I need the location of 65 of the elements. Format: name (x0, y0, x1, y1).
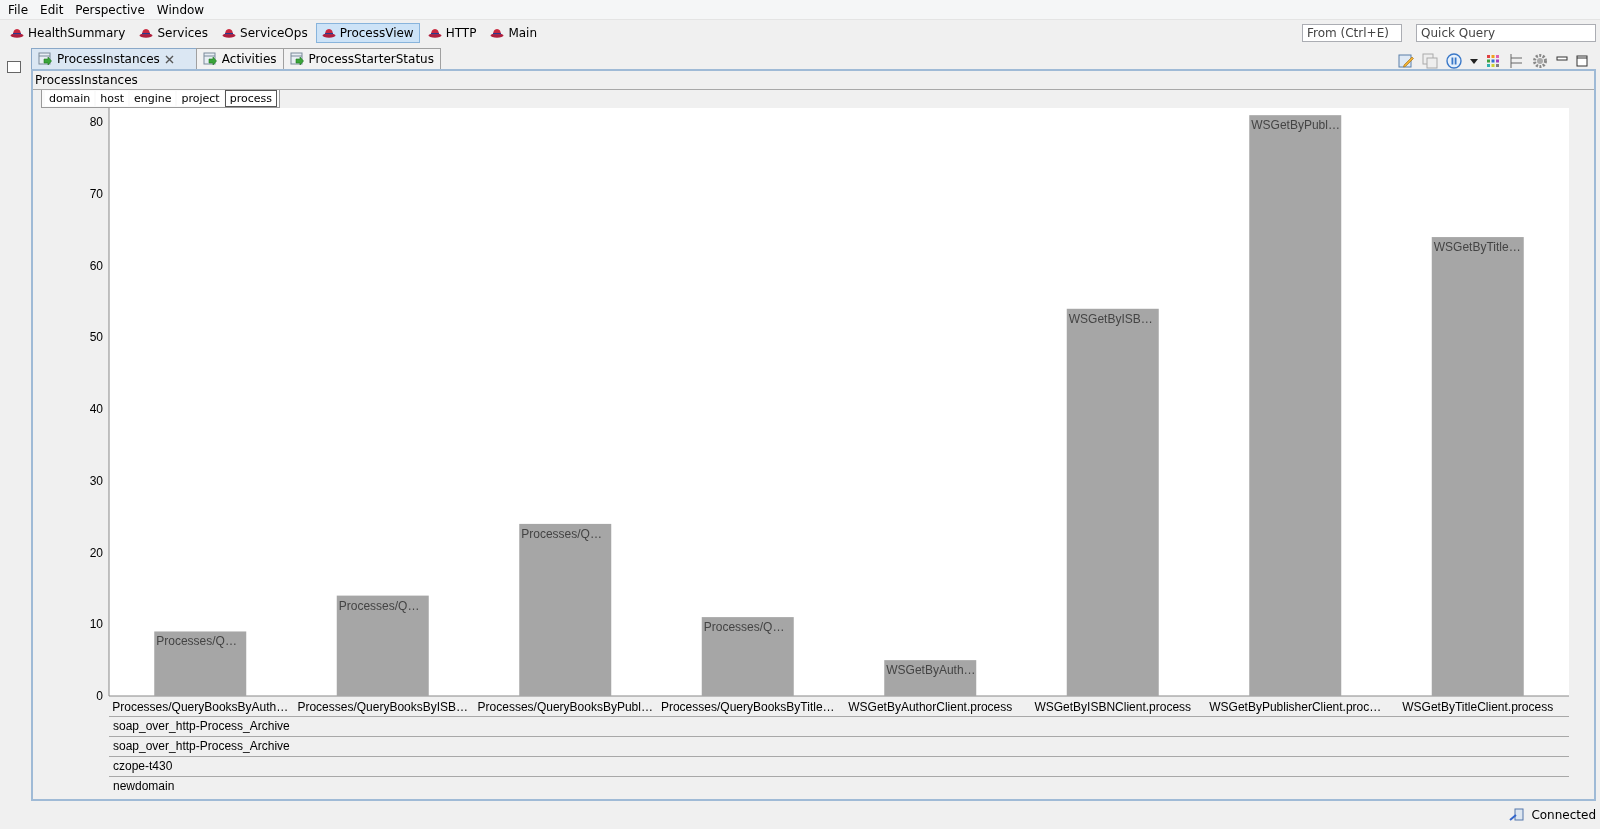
category-label: WSGetByISBNClient.process (1034, 700, 1192, 714)
restore-button[interactable] (7, 61, 21, 73)
bar-label: Processes/Q… (338, 598, 420, 613)
category-label: Processes/QueryBooksByTitle… (660, 700, 835, 714)
color-grid-icon[interactable] (1486, 54, 1500, 68)
y-tick-label: 10 (89, 617, 103, 632)
category-label: Processes/QueryBooksByISB… (297, 700, 469, 714)
hat-icon (427, 27, 442, 38)
menu-item[interactable]: Perspective (69, 2, 151, 17)
category-label: WSGetByPublisherClient.proc… (1209, 700, 1382, 714)
category-label: Processes/QueryBooksByPubl… (477, 700, 653, 714)
bar-label: Processes/Q… (703, 620, 785, 635)
maximize-icon[interactable] (1576, 55, 1588, 67)
bar-label: WSGetByISB… (1068, 311, 1153, 326)
view-tab[interactable]: Activities (195, 48, 284, 69)
group-label: czope-t430 (109, 756, 1569, 776)
pause-icon[interactable] (1446, 53, 1462, 69)
quick-query-field[interactable]: Quick Query (1416, 23, 1596, 42)
y-tick-label: 50 (89, 330, 103, 345)
y-tick-label: 70 (89, 187, 103, 202)
connection-icon (1509, 807, 1526, 823)
view-tab[interactable]: ProcessInstances (31, 48, 197, 69)
perspective-button[interactable]: Main (484, 22, 544, 43)
edit-icon[interactable] (1398, 53, 1414, 69)
perspective-button[interactable]: Services (133, 22, 214, 43)
bar-label: Processes/Q… (156, 634, 237, 649)
quick-access-field[interactable]: From (Ctrl+E) (1302, 23, 1402, 42)
level-tab[interactable]: host (96, 91, 128, 106)
status-text: Connected (1531, 808, 1596, 822)
bar-label: Processes/Q… (521, 526, 602, 541)
group-label: soap_over_http-Process_Archive (109, 716, 1569, 736)
close-icon[interactable] (164, 54, 174, 64)
y-tick-label: 20 (89, 545, 103, 560)
bar-label: WSGetByPubl… (1251, 118, 1340, 133)
bar-label: WSGetByTitle… (1433, 240, 1521, 255)
perspective-button[interactable]: ServiceOps (216, 22, 314, 43)
level-tab[interactable]: process (225, 91, 276, 106)
perspective-button[interactable]: ProcessView (315, 22, 420, 43)
hat-icon (490, 27, 505, 38)
y-tick-label: 60 (89, 258, 103, 273)
hat-icon (10, 27, 24, 38)
y-tick-label: 80 (89, 115, 103, 130)
menu-item[interactable]: Window (150, 2, 211, 17)
level-tab[interactable]: domain (45, 91, 95, 106)
y-tick-label: 30 (89, 473, 103, 488)
perspective-button[interactable]: HealthSummary (4, 22, 132, 43)
menu-item[interactable]: File (2, 2, 35, 17)
level-tab[interactable]: project (177, 91, 224, 106)
bar-label: WSGetByAuth… (886, 663, 976, 678)
hat-icon (222, 27, 236, 38)
group-label: soap_over_http-Process_Archive (109, 736, 1569, 756)
hat-icon (321, 27, 336, 38)
category-label: Processes/QueryBooksByAuth… (112, 700, 289, 714)
y-tick-label: 0 (96, 689, 103, 703)
category-label: WSGetByTitleClient.process (1402, 700, 1554, 714)
dropdown-icon[interactable] (1470, 58, 1478, 64)
level-tab[interactable]: engine (129, 91, 176, 106)
perspective-button[interactable]: HTTP (421, 22, 483, 43)
settings-icon[interactable] (1532, 53, 1548, 69)
category-label: WSGetByAuthorClient.process (848, 700, 1013, 714)
y-tick-label: 40 (89, 402, 103, 417)
view-tab[interactable]: ProcessStarterStatus (282, 48, 441, 69)
menu-item[interactable]: Edit (34, 2, 70, 17)
group-label: newdomain (109, 776, 1569, 796)
hat-icon (139, 27, 154, 38)
